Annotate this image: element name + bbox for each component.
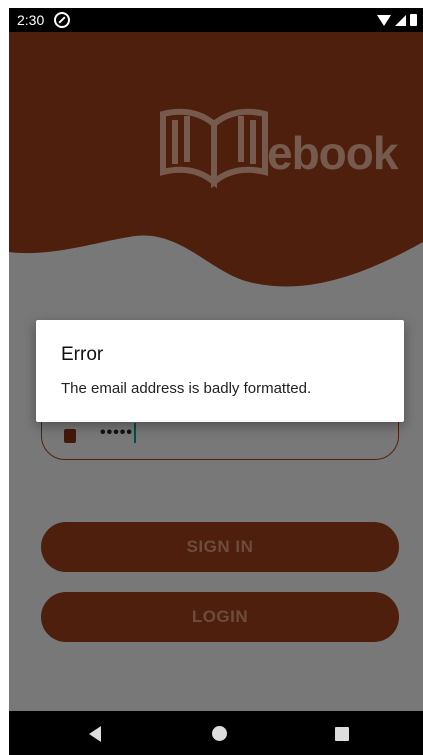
signal-icon [395,14,406,26]
battery-icon [410,14,417,26]
dialog-message: The email address is badly formatted. [61,380,312,397]
home-icon[interactable] [212,726,227,741]
do-not-disturb-icon [54,12,71,28]
wifi-icon [377,14,391,26]
dialog-title: Error [61,344,104,365]
status-time: 2:30 [17,12,45,28]
error-dialog: Error The email address is badly formatt… [36,320,404,422]
recents-icon[interactable] [335,727,349,741]
status-icons [377,14,417,26]
status-bar: 2:30 [9,8,423,32]
back-icon[interactable] [89,726,101,742]
app-screen: 2:30 ebook ••••• SIGN IN LOGIN Error The… [9,8,423,755]
navigation-bar [9,711,423,755]
